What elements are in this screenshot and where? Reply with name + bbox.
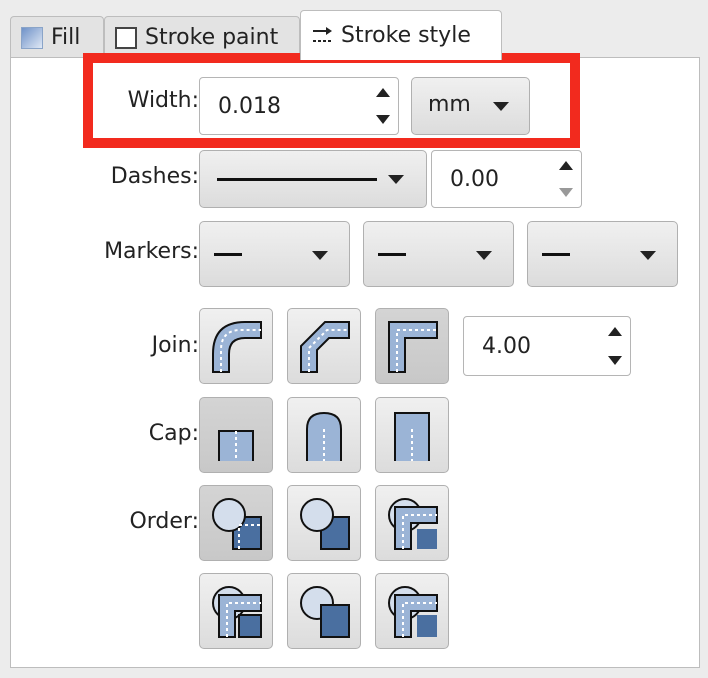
dash-offset-value: 0.00 [450,166,499,192]
miter-join-icon [388,321,438,373]
miter-limit-value: 4.00 [482,333,531,359]
cap-label: Cap: [148,421,199,446]
no-marker-icon [378,253,406,256]
order-stroke-markers-fill-button[interactable] [287,573,361,649]
order-stroke-fill-markers-icon [300,498,350,550]
join-label: Join: [151,333,199,358]
order-markers-stroke-fill-button[interactable] [375,573,449,649]
chevron-down-icon [388,175,404,184]
chevron-down-icon [493,102,509,111]
tab-stroke-style[interactable]: Stroke style [300,10,502,60]
square-cap-button[interactable] [375,397,449,473]
spin-down-icon[interactable] [559,188,573,197]
order-markers-fill-stroke-button[interactable] [199,573,273,649]
bevel-join-button[interactable] [287,308,361,384]
width-value: 0.018 [218,93,281,119]
order-stroke-markers-fill-icon [300,586,350,638]
no-marker-icon [214,253,242,256]
miter-join-button[interactable] [375,308,449,384]
unit-dropdown[interactable]: mm [411,77,530,135]
spin-down-icon[interactable] [608,356,622,365]
miter-limit-spin-buttons[interactable] [606,323,624,369]
order-label: Order: [129,509,199,534]
butt-cap-button[interactable] [199,397,273,473]
order-markers-fill-stroke-icon [212,586,262,638]
order-fill-markers-stroke-button[interactable] [199,485,273,561]
chevron-down-icon [476,251,492,260]
unit-value: mm [428,92,471,117]
tab-stroke-style-label: Stroke style [341,23,471,48]
solid-line-icon [217,178,377,181]
bevel-join-icon [300,321,350,373]
order-markers-stroke-fill-icon [388,586,438,638]
end-marker-dropdown[interactable] [527,221,678,287]
dash-offset-spinbox[interactable]: 0.00 [431,150,582,208]
spin-up-icon[interactable] [559,161,573,170]
mid-marker-dropdown[interactable] [363,221,514,287]
square-cap-icon [394,412,430,461]
order-fill-stroke-markers-icon [388,498,438,550]
dashes-label: Dashes: [110,164,199,189]
order-fill-markers-stroke-icon [212,498,262,550]
tab-stroke-paint[interactable]: Stroke paint [104,16,300,58]
tab-fill-label: Fill [51,25,81,50]
dash-offset-spin-buttons[interactable] [557,157,575,201]
stroke-swatch-icon [115,26,137,49]
spin-down-icon[interactable] [376,115,390,124]
width-spin-buttons[interactable] [374,84,392,128]
dash-pattern-dropdown[interactable] [199,150,427,208]
stroke-style-icon [313,26,332,42]
chevron-down-icon [312,251,328,260]
tab-fill[interactable]: Fill [10,16,104,58]
stroke-style-panel: Width: 0.018 mm Dashes: 0.00 Markers: Jo… [10,57,700,668]
start-marker-dropdown[interactable] [199,221,350,287]
spin-up-icon[interactable] [608,327,622,336]
order-fill-stroke-markers-button[interactable] [375,485,449,561]
markers-label: Markers: [104,239,199,264]
tab-stroke-paint-label: Stroke paint [145,25,279,50]
spin-up-icon[interactable] [376,88,390,97]
no-marker-icon [542,253,570,256]
round-join-button[interactable] [199,308,273,384]
order-stroke-fill-markers-button[interactable] [287,485,361,561]
width-label: Width: [127,88,199,113]
round-cap-button[interactable] [287,397,361,473]
fill-swatch-icon [21,26,43,49]
width-spinbox[interactable]: 0.018 [199,77,399,135]
butt-cap-icon [218,430,254,461]
miter-limit-spinbox[interactable]: 4.00 [463,316,631,376]
round-cap-icon [306,411,342,461]
round-join-icon [212,321,262,373]
chevron-down-icon [640,251,656,260]
